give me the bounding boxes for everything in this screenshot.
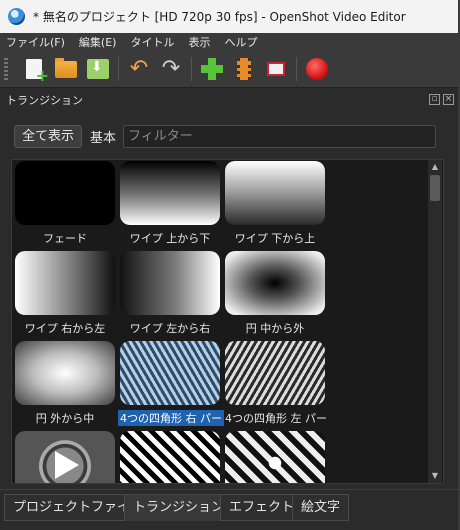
openshot-app-icon	[8, 8, 25, 25]
menu-title[interactable]: タイトル	[130, 34, 174, 50]
basic-filter-label[interactable]: 基本	[90, 127, 116, 146]
transition-label: ワイプ 左から右	[129, 322, 211, 335]
export-video-icon	[306, 58, 328, 80]
menu-view[interactable]: 表示	[188, 34, 210, 50]
transition-label: 円 中から外	[245, 322, 305, 335]
dock-title: トランジション	[6, 94, 83, 107]
redo-button[interactable]: ↷	[157, 55, 185, 83]
transition-label: 円 外から中	[35, 412, 95, 425]
toolbar-separator	[191, 57, 192, 81]
transition-thumbnail	[15, 341, 115, 405]
transition-label-wrap: 円 外から中	[13, 405, 117, 426]
tab-emoji[interactable]: 絵文字	[292, 494, 350, 521]
transition-item[interactable]: フェード	[13, 161, 117, 246]
toolbar-grip[interactable]	[4, 58, 8, 80]
transition-thumbnail	[225, 341, 325, 405]
transition-label: ワイプ 下から上	[234, 232, 316, 245]
transition-label-wrap: 4つの四角形 右 パー	[118, 405, 224, 426]
transition-item[interactable]: 4つの四角形 左 パー	[223, 341, 327, 426]
main-toolbar: ↶ ↷	[0, 51, 460, 88]
undo-icon: ↶	[129, 56, 149, 81]
transition-item[interactable]: ワイプ 上から下	[118, 161, 222, 246]
transition-label-wrap: ワイプ 右から左	[13, 315, 117, 336]
transition-label-wrap: ワイプ 上から下	[118, 225, 222, 246]
scroll-up-icon[interactable]: ▲	[429, 161, 441, 173]
import-files-button[interactable]	[198, 55, 226, 83]
transition-label-wrap: 円 中から外	[223, 315, 327, 336]
menu-file[interactable]: ファイル(F)	[6, 34, 65, 50]
import-files-icon	[201, 58, 223, 80]
scroll-down-icon[interactable]: ▼	[429, 470, 441, 482]
transition-label-wrap: 4つの四角形 左 パー	[223, 405, 327, 426]
redo-icon: ↷	[161, 56, 181, 81]
filter-input[interactable]: フィルター	[123, 125, 437, 148]
show-all-button[interactable]: 全て表示	[14, 125, 83, 148]
transitions-dock-header: トランジション ▫ ×	[0, 89, 460, 111]
transition-label-wrap: ワイプ 下から上	[223, 225, 327, 246]
transition-item[interactable]: ワイプ 右から左	[13, 251, 117, 336]
transition-thumbnail	[225, 251, 325, 315]
transition-thumbnail	[15, 161, 115, 225]
transition-item[interactable]: 4つの四角形 右 パー	[118, 341, 224, 426]
title-bar: * 無名のプロジェクト [HD 720p 30 fps] - OpenShot …	[0, 0, 460, 33]
tab-effects[interactable]: エフェクト	[220, 494, 304, 521]
tab-transitions[interactable]: トランジション	[124, 494, 234, 521]
toolbar-separator	[296, 57, 297, 81]
transition-label: 4つの四角形 右 パー	[118, 410, 224, 426]
transition-thumbnail	[120, 161, 220, 225]
save-project-button[interactable]	[84, 55, 112, 83]
transition-label: ワイプ 上から下	[129, 232, 211, 245]
window-title: * 無名のプロジェクト [HD 720p 30 fps] - OpenShot …	[33, 10, 406, 24]
transition-item[interactable]	[223, 431, 327, 483]
transition-thumbnail	[225, 161, 325, 225]
transitions-panel: 全て表示 基本 フィルター フェード ワイプ 上から下 ワイプ 下から上ワイプ 右か…	[1, 111, 458, 489]
transition-label: フェード	[43, 232, 87, 245]
menu-help[interactable]: ヘルプ	[224, 34, 257, 50]
transition-label: ワイプ 右から左	[24, 322, 106, 335]
transition-label: 4つの四角形 左 パー	[225, 412, 327, 425]
transition-thumbnail	[120, 341, 220, 405]
transition-item[interactable]: ワイプ 下から上	[223, 161, 327, 246]
transition-thumbnail	[15, 251, 115, 315]
save-icon	[87, 59, 109, 79]
transition-item[interactable]: ワイプ 左から右	[118, 251, 222, 336]
transition-item[interactable]: 円 中から外	[223, 251, 327, 336]
profile-icon	[267, 62, 285, 76]
menu-bar: ファイル(F) 編集(E) タイトル 表示 ヘルプ	[0, 33, 460, 51]
open-project-button[interactable]	[52, 55, 80, 83]
vertical-scrollbar[interactable]: ▲ ▼	[428, 160, 442, 483]
transition-item[interactable]	[118, 431, 222, 483]
undo-button[interactable]: ↶	[125, 55, 153, 83]
dock-close-icon[interactable]: ×	[443, 94, 454, 105]
transition-label-wrap: ワイプ 左から右	[118, 315, 222, 336]
filter-bar: 全て表示 基本 フィルター	[14, 125, 437, 148]
transition-label-wrap: フェード	[13, 225, 117, 246]
new-project-icon	[26, 59, 49, 85]
export-video-button[interactable]	[303, 55, 331, 83]
dock-buttons: ▫ ×	[426, 94, 454, 105]
scrollbar-thumb[interactable]	[430, 175, 440, 201]
transition-item[interactable]: 円 外から中	[13, 341, 117, 426]
transition-thumbnail	[120, 431, 220, 483]
transition-thumbnail	[15, 431, 115, 483]
transition-thumbnail	[225, 431, 325, 483]
transitions-list: フェード ワイプ 上から下 ワイプ 下から上ワイプ 右から左 ワイプ 左から右 円 中か…	[11, 159, 444, 484]
add-track-button[interactable]	[230, 55, 258, 83]
add-track-icon	[237, 58, 251, 80]
open-folder-icon	[55, 57, 77, 78]
bottom-tab-bar: プロジェクトファイル トランジション エフェクト 絵文字	[0, 489, 460, 530]
transition-thumbnail	[120, 251, 220, 315]
menu-edit[interactable]: 編集(E)	[79, 34, 117, 50]
choose-profile-button[interactable]	[262, 55, 290, 83]
toolbar-separator	[118, 57, 119, 81]
transition-item[interactable]	[13, 431, 117, 483]
dock-float-icon[interactable]: ▫	[429, 94, 440, 105]
new-project-button[interactable]	[20, 55, 49, 85]
